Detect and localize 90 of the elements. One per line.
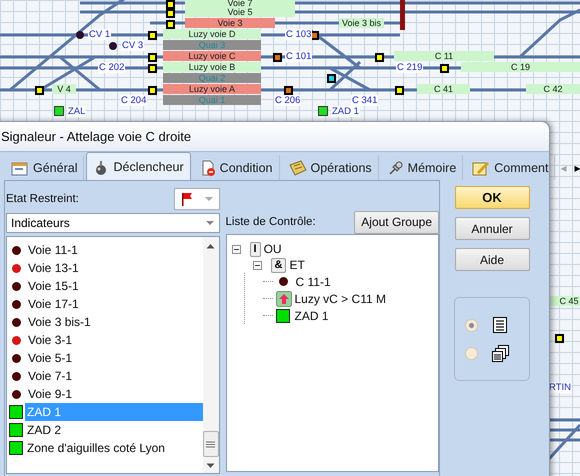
signal-icon[interactable] — [327, 74, 336, 83]
track-block[interactable]: Luzy voie B — [163, 62, 261, 72]
flag-dropdown[interactable] — [174, 188, 220, 210]
signal-icon[interactable] — [284, 86, 293, 95]
tree-item[interactable]: OU — [264, 242, 282, 256]
list-item[interactable]: ZAD 2 — [7, 421, 202, 439]
track-block[interactable]: Voie 3 bis — [339, 18, 384, 28]
window-icon — [11, 160, 29, 176]
signal-icon[interactable] — [148, 86, 157, 95]
pin-icon — [388, 160, 404, 176]
list-item[interactable]: Voie 11-1 — [7, 241, 202, 259]
buffer-stop-icon — [400, 0, 405, 30]
list-item[interactable]: Voie 3 bis-1 — [7, 313, 202, 331]
up-arrow-icon — [276, 290, 292, 306]
dialog-button[interactable]: Annuler — [454, 217, 530, 240]
tab[interactable]: Mémoire — [380, 155, 464, 180]
radio-button[interactable] — [465, 318, 478, 332]
list-item[interactable]: Voie 7-1 — [7, 367, 202, 385]
list-item[interactable]: Voie 17-1 — [7, 295, 202, 313]
track-block[interactable]: Luzy voie A — [163, 84, 261, 94]
tree-item[interactable]: C 11-1 — [296, 274, 331, 288]
track-block[interactable]: Voie 3 — [185, 18, 275, 28]
track-block[interactable]: Voie 5 — [185, 7, 295, 17]
notepad-icon — [472, 160, 490, 176]
dialog-button[interactable]: OK — [454, 186, 530, 209]
zone-label: ZAL — [67, 106, 86, 117]
signal-label: C 101 — [285, 51, 312, 62]
scroll-down-icon[interactable] — [206, 463, 215, 469]
list-item[interactable]: Zone d'aiguilles coté Lyon — [7, 439, 202, 457]
dialog-button[interactable]: Aide — [454, 248, 530, 271]
signal-icon[interactable] — [440, 64, 449, 73]
signal-icon[interactable] — [273, 53, 282, 62]
scrollbar[interactable] — [202, 237, 218, 473]
tab-scroll-button[interactable]: ▸ — [571, 155, 580, 180]
document-icon — [200, 160, 216, 176]
collapse-toggle[interactable] — [232, 244, 240, 254]
list-item[interactable]: Voie 15-1 — [7, 277, 202, 295]
signal-label: C 103 — [285, 29, 312, 40]
signal-label: CV 1 — [88, 29, 112, 40]
signal-label: C 219 — [396, 62, 424, 73]
zone-label: ZAD 1 — [331, 106, 360, 117]
list-icon — [492, 316, 508, 334]
tree-item[interactable]: ET — [289, 258, 305, 272]
scroll-thumb[interactable] — [202, 431, 218, 457]
track-block[interactable]: V 4 — [52, 84, 76, 94]
signal-label: C 341 — [351, 95, 378, 106]
dropdown-arrow-icon — [204, 196, 214, 202]
window-title: Signaleur - Attelage voie C droite — [1, 129, 192, 144]
track-block[interactable]: C 19 — [461, 62, 580, 72]
grip-icon — [206, 440, 215, 448]
signal-icon[interactable] — [35, 86, 44, 95]
signal-label: RTIN — [548, 382, 572, 393]
operator-symbol: & — [270, 258, 286, 272]
tab[interactable]: Opérations — [282, 155, 379, 180]
tab[interactable]: Général — [4, 155, 84, 180]
tree-item[interactable]: Luzy vC > C11 M — [294, 292, 386, 306]
list-item[interactable]: Voie 5-1 — [7, 349, 202, 367]
dropdown-arrow-icon — [204, 220, 214, 226]
signal-label: C 204 — [120, 95, 148, 106]
signal-light-icon[interactable] — [109, 42, 117, 50]
radio-button[interactable] — [465, 346, 478, 360]
signal-label: C 202 — [98, 62, 126, 73]
signal-label: C 206 — [274, 95, 302, 106]
track-block[interactable]: C 11 — [394, 51, 494, 61]
signal-label: CV 3 — [121, 40, 144, 51]
list-item[interactable]: Voie 9-1 — [7, 385, 202, 403]
cascade-windows-icon — [492, 344, 510, 362]
add-group-button[interactable]: Ajout Groupe — [354, 210, 439, 234]
track-block[interactable]: Luzy voie C — [163, 51, 261, 61]
signal-light-icon[interactable] — [76, 31, 84, 39]
track-block[interactable]: C 42 — [526, 84, 580, 94]
list-item[interactable]: Voie 13-1 — [7, 259, 202, 277]
tab[interactable]: Déclencheur — [86, 152, 191, 180]
track-block[interactable]: C 45 — [549, 296, 580, 306]
category-dropdown[interactable]: Indicateurs — [6, 213, 220, 233]
collapse-toggle[interactable] — [252, 260, 262, 270]
control-list-label: Liste de Contrôle: — [226, 216, 316, 228]
operator-symbol: I — [250, 242, 261, 256]
track-block[interactable]: Luzy voie D — [163, 29, 261, 39]
track-block[interactable]: C 41 — [417, 84, 470, 94]
scroll-up-icon[interactable] — [206, 243, 215, 249]
tab[interactable]: Condition — [192, 155, 280, 180]
list-item[interactable]: Voie 3-1 — [7, 331, 202, 349]
tab[interactable]: Comment — [465, 155, 556, 180]
signal-icon[interactable] — [375, 53, 384, 62]
signal-icon[interactable] — [395, 86, 404, 95]
flag-icon — [180, 192, 194, 206]
signal-icon[interactable] — [555, 334, 564, 343]
restricted-state-label: Etat Restreint: — [6, 192, 79, 204]
tree-item[interactable]: ZAD 1 — [294, 308, 329, 322]
